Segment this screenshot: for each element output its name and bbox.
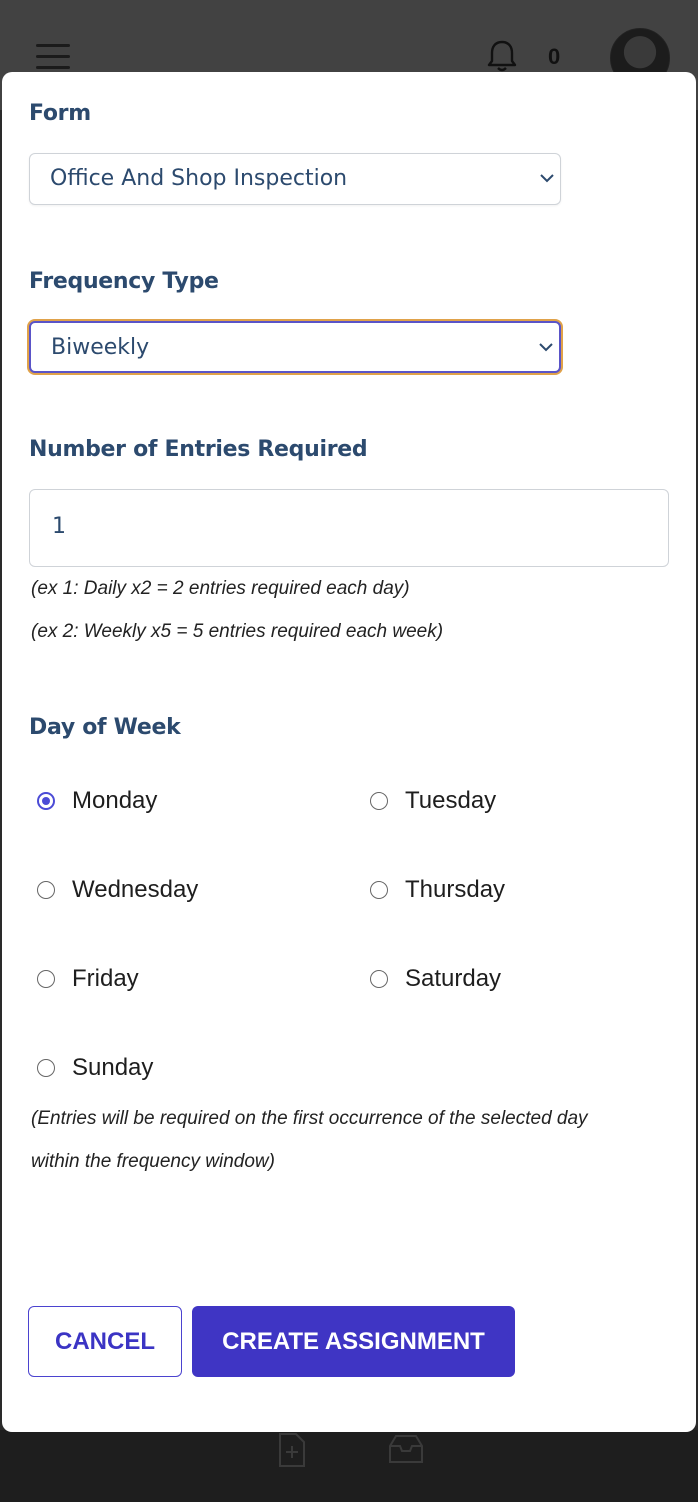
chevron-down-icon bbox=[540, 174, 554, 183]
radio-label: Wednesday bbox=[72, 876, 199, 903]
radio-button[interactable] bbox=[370, 792, 388, 810]
bell-icon[interactable] bbox=[484, 38, 520, 74]
radio-label: Sunday bbox=[72, 1054, 154, 1081]
radio-label: Thursday bbox=[405, 876, 506, 903]
form-label: Form bbox=[29, 101, 91, 126]
frequency-type-value: Biweekly bbox=[51, 335, 150, 360]
radio-button[interactable] bbox=[37, 970, 55, 988]
radio-label: Saturday bbox=[405, 965, 502, 992]
form-select[interactable]: Office And Shop Inspection bbox=[29, 153, 561, 205]
bottom-nav bbox=[0, 1430, 698, 1502]
radio-friday[interactable]: Friday bbox=[37, 965, 277, 997]
radio-sunday[interactable]: Sunday bbox=[37, 1054, 277, 1086]
inbox-tray-icon[interactable] bbox=[386, 1432, 426, 1466]
radio-button[interactable] bbox=[37, 792, 55, 810]
radio-tuesday[interactable]: Tuesday bbox=[370, 787, 610, 819]
radio-monday[interactable]: Monday bbox=[37, 787, 277, 819]
file-add-icon[interactable] bbox=[276, 1432, 308, 1468]
create-assignment-button[interactable]: CREATE ASSIGNMENT bbox=[192, 1306, 515, 1377]
entries-required-label: Number of Entries Required bbox=[29, 437, 368, 462]
notification-count: 0 bbox=[548, 44, 561, 69]
day-note-line-1: (Entries will be required on the first o… bbox=[31, 1108, 588, 1129]
chevron-down-icon bbox=[539, 343, 553, 352]
radio-button[interactable] bbox=[370, 970, 388, 988]
radio-button[interactable] bbox=[37, 881, 55, 899]
radio-wednesday[interactable]: Wednesday bbox=[37, 876, 277, 908]
frequency-type-select[interactable]: Biweekly bbox=[29, 321, 561, 373]
hamburger-menu-icon[interactable] bbox=[36, 44, 70, 70]
entries-hint-2: (ex 2: Weekly x5 = 5 entries required ea… bbox=[31, 621, 444, 642]
entries-hint-1: (ex 1: Daily x2 = 2 entries required eac… bbox=[31, 578, 410, 599]
radio-thursday[interactable]: Thursday bbox=[370, 876, 610, 908]
cancel-button[interactable]: CANCEL bbox=[28, 1306, 182, 1377]
radio-label: Monday bbox=[72, 787, 158, 814]
day-of-week-label: Day of Week bbox=[29, 715, 181, 740]
radio-label: Tuesday bbox=[405, 787, 497, 814]
radio-saturday[interactable]: Saturday bbox=[370, 965, 610, 997]
radio-label: Friday bbox=[72, 965, 139, 992]
radio-button[interactable] bbox=[37, 1059, 55, 1077]
entries-required-input[interactable]: 1 bbox=[29, 489, 669, 567]
radio-button[interactable] bbox=[370, 881, 388, 899]
day-note-line-2: within the frequency window) bbox=[31, 1151, 275, 1172]
entries-required-value: 1 bbox=[52, 514, 66, 539]
form-select-value: Office And Shop Inspection bbox=[50, 166, 348, 191]
frequency-type-label: Frequency Type bbox=[29, 269, 219, 294]
